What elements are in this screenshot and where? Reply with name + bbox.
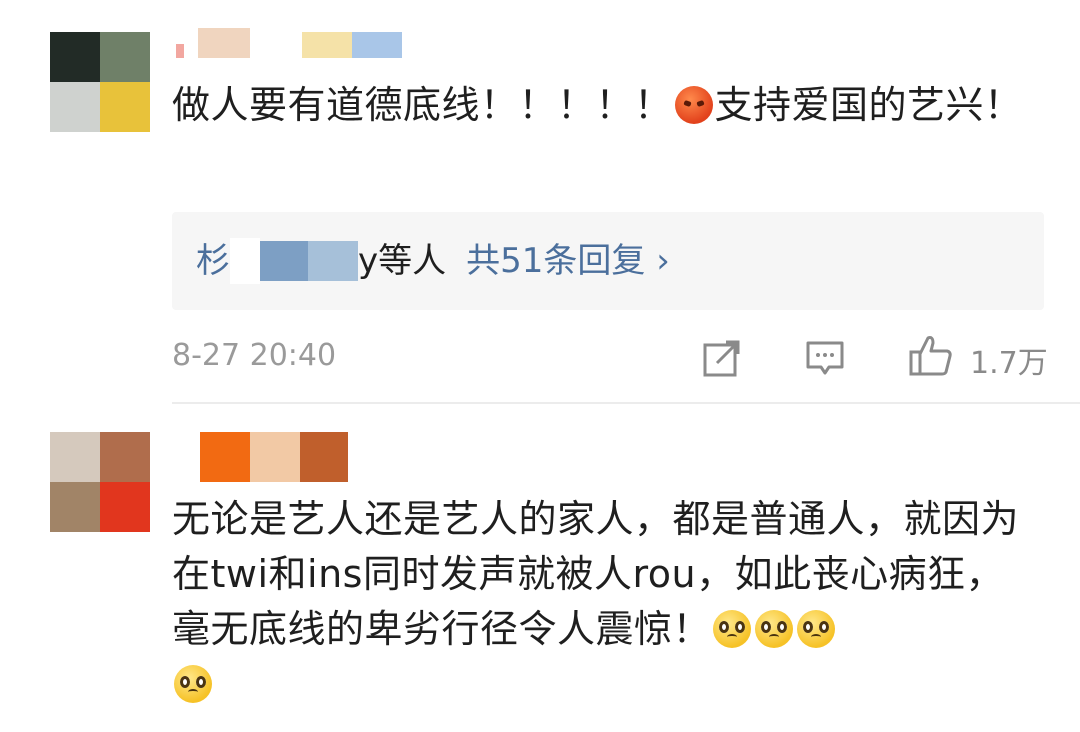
username-blurred[interactable] xyxy=(200,432,348,482)
divider xyxy=(172,402,1080,404)
avatar-cell xyxy=(50,32,100,82)
blur-block xyxy=(250,432,300,482)
like-count: 1.7万 xyxy=(970,346,1048,381)
blur-block xyxy=(198,28,250,58)
comment-text: 做人要有道德底线！！！！！ 支持爱国的艺兴！ xyxy=(172,78,1032,133)
comment-text: 无论是艺人还是艺人的家人，都是普通人，就因为在twi和ins同时发声就被人rou… xyxy=(172,492,1022,712)
avatar[interactable] xyxy=(50,432,150,532)
avatar-cell xyxy=(50,432,100,482)
blur-block xyxy=(200,432,250,482)
reply-count-link[interactable]: 共51条回复 › xyxy=(466,238,670,284)
avatar-cell xyxy=(100,32,150,82)
angry-face-icon xyxy=(674,86,713,124)
blur-block xyxy=(230,238,260,284)
blur-block xyxy=(260,241,308,281)
blur-block xyxy=(352,32,402,58)
avatar-cell xyxy=(100,82,150,132)
reply-prefix: 杉 xyxy=(196,241,230,281)
share-icon[interactable] xyxy=(702,338,742,378)
timestamp: 8-27 20:40 xyxy=(172,338,337,373)
comment-text-part1: 做人要有道德底线！！！！！ xyxy=(172,83,673,127)
comment-text-body: 无论是艺人还是艺人的家人，都是普通人，就因为在twi和ins同时发声就被人rou… xyxy=(172,497,1020,651)
reply-text: 杉 y等人 共51条回复 › xyxy=(196,238,670,284)
avatar[interactable] xyxy=(50,32,150,132)
reply-suffix: y等人 xyxy=(358,241,447,281)
avatar-cell xyxy=(100,432,150,482)
avatar-cell xyxy=(100,482,150,532)
avatar-cell xyxy=(50,82,100,132)
reply-preview[interactable]: 杉 y等人 共51条回复 › xyxy=(172,212,1044,310)
comment-text-part2: 支持爱国的艺兴！ xyxy=(714,83,1023,127)
comment-1: 做人要有道德底线！！！！！ 支持爱国的艺兴！ 杉 y等人 共51条回复 › 8-2… xyxy=(0,0,1080,404)
thumbs-up-icon[interactable] xyxy=(908,334,954,378)
pleading-face-icon xyxy=(713,610,752,648)
pleading-face-icon xyxy=(755,610,794,648)
blur-block xyxy=(308,241,358,281)
blur-block xyxy=(300,432,348,482)
username-blurred[interactable] xyxy=(176,28,402,58)
blur-block xyxy=(176,44,184,58)
comment-icon[interactable] xyxy=(805,338,845,378)
pleading-face-icon xyxy=(174,665,212,703)
avatar-cell xyxy=(50,482,100,532)
pleading-face-icon xyxy=(797,610,836,648)
blur-block xyxy=(302,32,352,58)
